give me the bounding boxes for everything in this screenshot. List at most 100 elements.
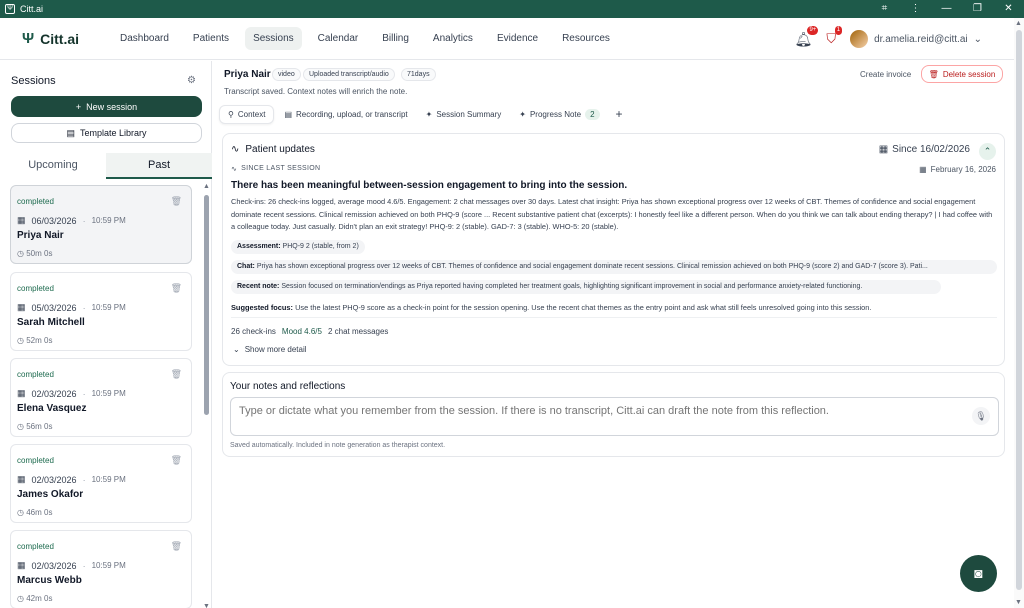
session-duration: ◷ 52m 0s [17,336,52,345]
page-scroll-thumb[interactable] [1016,30,1022,590]
trash-icon[interactable]: 🗑︎ [171,283,182,294]
app-icon: Ψ [5,4,15,14]
trash-icon[interactable]: 🗑︎ [171,196,182,207]
brand[interactable]: Ψ Citt.ai [22,30,112,47]
trash-icon[interactable]: 🗑︎ [171,541,182,552]
notes-textarea[interactable] [230,397,999,436]
session-duration: ◷ 42m 0s [17,594,52,603]
divider [231,317,997,318]
session-time: 10:59 PM [91,475,126,484]
session-datetime: ▦ 02/03/2026 · 10:59 PM [17,560,126,571]
tab-context-label: Context [237,109,266,119]
chevron-down-icon: ⌄ [233,345,240,354]
nav-billing[interactable]: Billing [374,27,417,50]
alerts-button[interactable]: ⛉ 1 [826,26,843,47]
assessment-chip: Assessment: PHQ-9 2 (stable, from 2) [231,240,365,254]
template-library-label: Template Library [79,128,147,138]
session-time: 10:59 PM [91,216,126,225]
minimize-button[interactable]: — [931,0,962,18]
show-more-label: Show more detail [244,345,307,354]
notifications-button[interactable]: 🔔︎ 9+ [795,25,819,48]
page-scrollbar[interactable]: ▲ ▼ [1014,18,1024,608]
tab-upcoming[interactable]: Upcoming [0,153,106,179]
session-detail: Priya Nair video Uploaded transcript/aud… [213,61,1014,608]
show-more-button[interactable]: ⌄ Show more detail [233,345,307,354]
robot-icon: ◙ [974,565,983,581]
notes-panel: Your notes and reflections 🎙︎ Saved auto… [222,372,1005,457]
top-navigation: Ψ Citt.ai Dashboard Patients Sessions Ca… [0,18,1024,60]
alert-count-badge: 1 [834,26,843,35]
more-menu-icon[interactable]: ⋮ [900,0,931,18]
nav-evidence[interactable]: Evidence [489,27,546,50]
session-card[interactable]: completed 🗑︎ ▦ 02/03/2026 · 10:59 PM Ele… [10,358,192,437]
sidebar-tabs: Upcoming Past [0,153,212,179]
pill-source: Uploaded transcript/audio [303,68,395,81]
collapse-button[interactable]: ⌃ [979,143,996,160]
notes-hint: Saved automatically. Included in note ge… [230,442,446,449]
scroll-up-arrow-icon[interactable]: ▲ [1015,20,1022,27]
duration-value: 42m 0s [26,594,53,603]
trash-icon[interactable]: 🗑︎ [171,369,182,380]
tab-context[interactable]: ⚲ Context [219,104,275,124]
session-duration: ◷ 46m 0s [17,508,52,517]
session-date: 02/03/2026 [31,474,77,485]
session-card[interactable]: completed 🗑︎ ▦ 05/03/2026 · 10:59 PM Sar… [10,272,192,351]
session-date: 02/03/2026 [31,388,77,399]
focus-label: Suggested focus: [231,303,294,312]
update-stats: 26 check-ins Mood 4.6/5 2 chat messages [231,327,388,336]
session-list: completed 🗑︎ ▦ 06/03/2026 · 10:59 PM Pri… [0,185,212,608]
close-button[interactable]: ✕ [993,0,1024,18]
tab-past[interactable]: Past [106,153,212,179]
patient-updates-panel: ∿ Patient updates ▦ Since 16/02/2026 ⌃ ∿… [222,133,1005,366]
duration-value: 50m 0s [26,249,53,258]
extensions-icon[interactable]: ⌗ [869,0,900,18]
scroll-up-arrow-icon[interactable]: ▲ [203,183,210,190]
since-last-session-label: ∿ SINCE LAST SESSION [231,165,320,173]
update-body: Check-ins: 26 check-ins logged, average … [231,197,993,231]
tab-recording[interactable]: ▤ Recording, upload, or transcript [276,106,415,123]
avatar [850,30,869,48]
user-email: dr.amelia.reid@citt.ai [874,33,968,45]
status-label: completed [17,284,54,293]
nav-calendar[interactable]: Calendar [310,27,367,50]
maximize-button[interactable]: ❐ [962,0,993,18]
gear-icon[interactable]: ⚙ [187,75,196,86]
new-session-button[interactable]: + New session [11,96,202,117]
new-session-label: New session [86,101,138,112]
clock-icon: ◷ [17,422,24,431]
add-tab-button[interactable]: + [616,107,623,121]
nav-patients[interactable]: Patients [185,27,237,50]
template-library-button[interactable]: ▤ Template Library [11,123,202,143]
update-headline: There has been meaningful between-sessio… [231,180,628,191]
calendar-icon: ▦ [919,165,927,174]
update-date-value: February 16, 2026 [930,165,996,174]
session-date: 06/03/2026 [31,215,77,226]
user-menu[interactable]: dr.amelia.reid@citt.ai ⌄ [850,30,982,48]
assistant-fab-button[interactable]: ◙ [960,555,997,592]
sidebar-scroll-thumb[interactable] [204,195,209,415]
session-datetime: ▦ 06/03/2026 · 10:59 PM [17,215,126,226]
session-card[interactable]: completed 🗑︎ ▦ 02/03/2026 · 10:59 PM Jam… [10,444,192,523]
create-invoice-link[interactable]: Create invoice [860,70,911,79]
session-date: 05/03/2026 [31,302,77,313]
session-card[interactable]: completed 🗑︎ ▦ 02/03/2026 · 10:59 PM Mar… [10,530,192,608]
trash-icon: 🗑︎ [928,69,939,79]
separator-dot: · [82,302,86,313]
separator-dot: · [82,474,86,485]
nav-resources[interactable]: Resources [554,27,618,50]
sidebar-scrollbar[interactable]: ▲ ▼ [203,183,210,608]
tab-progress-note-label: Progress Note [529,109,582,119]
delete-session-button[interactable]: 🗑︎ Delete session [921,65,1003,83]
nav-analytics[interactable]: Analytics [425,27,481,50]
nav-dashboard[interactable]: Dashboard [112,27,177,50]
tab-summary[interactable]: ✦ Session Summary [418,106,510,123]
microphone-icon[interactable]: 🎙︎ [972,407,990,425]
scroll-down-arrow-icon[interactable]: ▼ [203,603,210,608]
session-datetime: ▦ 02/03/2026 · 10:59 PM [17,474,126,485]
session-card[interactable]: completed 🗑︎ ▦ 06/03/2026 · 10:59 PM Pri… [10,185,192,264]
nav-sessions[interactable]: Sessions [245,27,302,50]
tab-progress-note[interactable]: ✦ Progress Note 2 [511,105,607,124]
file-icon: ▤ [284,109,292,119]
trash-icon[interactable]: 🗑︎ [171,455,182,466]
scroll-down-arrow-icon[interactable]: ▼ [1015,599,1022,606]
